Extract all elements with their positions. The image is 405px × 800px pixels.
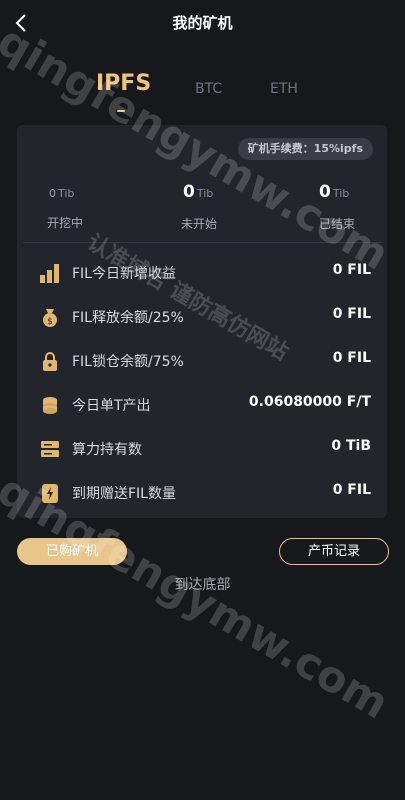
stat-label: 未开始	[181, 217, 218, 231]
money-bag-icon: $	[43, 309, 57, 327]
stat-unit: Tib	[196, 187, 214, 200]
stat-value: 0	[49, 187, 56, 200]
row-fil-daily-income: FIL今日新增收益 0 FIL	[17, 251, 387, 295]
fee-badge: 矿机手续费：15%ipfs	[237, 138, 373, 160]
row-fil-locked-balance: FIL锁仓余额/75% 0 FIL	[17, 339, 387, 383]
stat-label: 开挖中	[47, 216, 84, 230]
row-value: 0 FIL	[332, 350, 371, 366]
row-label: FIL锁仓余额/75%	[72, 354, 184, 370]
coin-stack-icon	[43, 397, 57, 414]
bar-chart-icon	[40, 264, 59, 283]
row-value: 0 TiB	[331, 438, 371, 454]
stat-ended: 0 Tib 已结束	[319, 182, 405, 232]
tab-btc[interactable]: BTC	[195, 81, 222, 97]
row-value: 0 FIL	[332, 482, 371, 498]
row-value: 0 FIL	[332, 262, 371, 278]
row-fil-release-balance: $ FIL释放余额/25% 0 FIL	[17, 295, 387, 339]
stat-not-started: 0 Tib 未开始	[181, 182, 303, 232]
stat-label: 已结束	[319, 217, 356, 231]
tab-bar: IPFS BTC ETH	[0, 71, 405, 116]
row-label: FIL释放余额/25%	[72, 310, 184, 326]
row-label: 今日单T产出	[72, 398, 151, 414]
tab-eth[interactable]: ETH	[270, 81, 298, 97]
gift-icon	[42, 484, 58, 503]
page-title: 我的矿机	[172, 14, 233, 32]
stat-unit: Tib	[332, 187, 350, 200]
server-icon	[41, 441, 59, 457]
stat-value: 0	[183, 182, 195, 202]
tab-ipfs[interactable]: IPFS	[96, 71, 151, 96]
lock-icon	[43, 352, 57, 371]
row-value: 0 FIL	[332, 306, 371, 322]
stat-unit: Tib	[58, 187, 75, 200]
tab-active-indicator	[117, 110, 125, 112]
row-label: 算力持有数	[72, 442, 142, 458]
end-of-list-text: 到达底部	[174, 577, 231, 593]
coin-records-button[interactable]: 产币记录	[279, 538, 389, 565]
row-label: FIL今日新增收益	[72, 266, 176, 282]
header: 我的矿机	[0, 0, 405, 48]
row-expiry-gift-fil: 到期赠送FIL数量 0 FIL	[17, 471, 387, 515]
row-label: 到期赠送FIL数量	[72, 486, 176, 502]
miner-summary-card: 矿机手续费：15%ipfs 0 Tib 开挖中 0 Tib 未开始 0 Tib 已结束…	[17, 125, 387, 518]
purchased-miners-button[interactable]: 已购矿机	[17, 538, 127, 565]
stat-mining: 0 Tib 开挖中	[47, 182, 169, 231]
row-value: 0.06080000 F/T	[248, 394, 371, 410]
row-hashpower-held: 算力持有数 0 TiB	[17, 427, 387, 471]
row-daily-per-t-output: 今日单T产出 0.06080000 F/T	[17, 383, 387, 427]
divider	[23, 242, 381, 243]
svg-text:$: $	[47, 317, 53, 327]
stat-value: 0	[319, 182, 331, 202]
